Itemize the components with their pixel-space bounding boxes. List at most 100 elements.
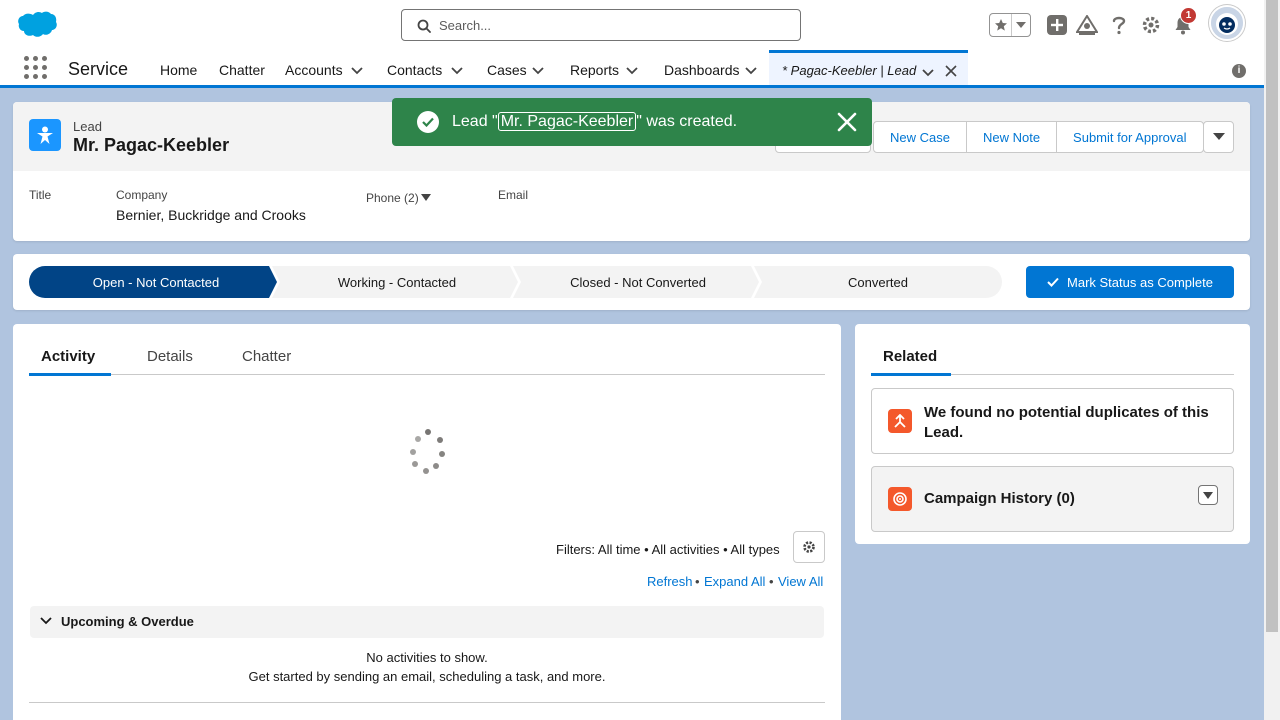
nav-item-dashboards[interactable]: Dashboards [664,62,740,78]
company-value: Bernier, Buckridge and Crooks [116,207,306,223]
nav-item-accounts[interactable]: Accounts [285,62,343,78]
help-button[interactable] [1108,14,1130,36]
chevron-down-icon[interactable] [421,194,431,201]
new-note-button[interactable]: New Note [967,122,1058,152]
global-actions-button[interactable] [1046,14,1068,36]
activity-card: Activity Details Chatter Filters: All ti… [13,324,841,720]
campaign-history-menu-button[interactable] [1198,485,1218,505]
star-icon [994,19,1007,31]
path-stage-open-not-contacted[interactable]: Open - Not Contacted [41,266,271,298]
mark-status-complete-button[interactable]: Mark Status as Complete [1026,266,1234,298]
duplicates-card: We found no potential duplicates of this… [871,388,1234,454]
success-toast: Lead " Mr. Pagac-Keebler " was created. [392,98,872,146]
nav-item-home[interactable]: Home [160,62,197,78]
tab-activity[interactable]: Activity [41,348,95,365]
user-avatar[interactable] [1209,5,1245,41]
submit-for-approval-button[interactable]: Submit for Approval [1057,122,1202,152]
chevron-down-icon [1203,491,1213,499]
activity-filters: Filters: All time • All activities • All… [556,542,780,557]
close-icon[interactable] [945,65,957,77]
chevron-down-icon [40,617,52,625]
path-stage-closed-not-converted[interactable]: Closed - Not Converted [522,266,754,298]
toast-message: Lead " Mr. Pagac-Keebler " was created. [452,112,737,131]
success-icon [417,111,439,133]
salesforce-logo[interactable] [16,10,58,40]
status-path: Open - Not Contacted Working - Contacted… [13,254,1250,310]
tab-pagac-keebler-lead[interactable]: * Pagac-Keebler | Lead [769,50,968,85]
link-separator: • [769,574,774,589]
trailhead-icon [1076,15,1098,35]
scrollbar-thumb[interactable] [1266,0,1278,632]
global-header: 1 [0,0,1264,50]
nav-item-contacts[interactable]: Contacts [387,62,442,78]
record-name: Mr. Pagac-Keebler [73,135,230,155]
notification-badge: 1 [1180,7,1197,24]
gear-icon [803,541,815,553]
loading-spinner [410,429,445,474]
chevron-down-icon[interactable] [350,64,364,78]
email-label: Email [498,188,529,202]
favorites-star-button[interactable] [990,14,1012,36]
tab-label: * Pagac-Keebler | Lead [782,63,917,78]
avatar-icon [1211,7,1243,39]
upcoming-label: Upcoming & Overdue [61,614,194,629]
chevron-down-icon[interactable] [625,64,639,78]
new-case-button[interactable]: New Case [874,122,967,152]
app-name: Service [68,59,129,79]
close-icon[interactable] [836,111,858,133]
title-label: Title [29,188,52,202]
campaign-history-card: Campaign History (0) [871,466,1234,532]
view-all-link[interactable]: View All [778,574,823,589]
trailhead-button[interactable] [1076,14,1098,36]
path-stage-converted[interactable]: Converted [763,266,993,298]
gear-icon [1142,16,1160,34]
chevron-down-icon [1212,133,1225,140]
help-icon [1112,16,1126,35]
path-stage-working-contacted[interactable]: Working - Contacted [281,266,513,298]
nav-item-reports[interactable]: Reports [570,62,619,78]
duplicates-message: We found no potential duplicates of this… [924,404,1209,441]
filter-settings-button[interactable] [793,531,825,563]
campaign-history-title[interactable]: Campaign History (0) [924,490,1075,507]
search-input[interactable] [439,14,789,36]
toast-record-link[interactable]: Mr. Pagac-Keebler [497,112,637,131]
app-launcher-icon[interactable] [24,56,47,79]
nav-item-cases[interactable]: Cases [487,62,527,78]
chevron-down-icon[interactable] [450,64,464,78]
empty-state-subtitle: Get started by sending an email, schedul… [248,669,606,684]
tab-related[interactable]: Related [883,348,937,365]
tab-active-indicator [29,373,111,376]
check-icon [1047,277,1059,287]
nav-item-chatter[interactable]: Chatter [219,62,265,78]
more-actions-button[interactable] [1203,121,1234,153]
section-divider [29,702,825,703]
favorites-group [989,13,1031,37]
related-card: Related We found no potential duplicates… [855,324,1250,544]
tab-divider [29,374,825,375]
mark-status-label: Mark Status as Complete [1067,274,1213,290]
phone-label[interactable]: Phone (2) [366,191,419,205]
add-icon [1047,15,1067,35]
favorites-list-button[interactable] [1012,14,1030,36]
chevron-down-icon[interactable] [921,66,935,80]
empty-state-title: No activities to show. [366,650,488,665]
expand-all-link[interactable]: Expand All [704,574,765,589]
company-label: Company [116,188,168,202]
info-icon[interactable]: i [1232,64,1246,78]
chevron-down-icon[interactable] [744,64,758,78]
refresh-link[interactable]: Refresh [647,574,693,589]
tab-chatter[interactable]: Chatter [242,348,291,365]
tab-active-indicator [871,373,951,376]
tab-details[interactable]: Details [147,348,193,365]
search-icon [417,19,431,33]
record-actions: New Case New Note Submit for Approval [873,121,1204,153]
chevron-down-icon[interactable] [531,64,545,78]
app-nav-bar: Service Home Chatter Accounts Contacts C… [0,50,1264,88]
global-search[interactable] [401,9,801,41]
campaign-icon [888,487,912,511]
duplicates-icon [888,409,912,433]
setup-button[interactable] [1140,14,1162,36]
object-label: Lead [73,119,102,134]
upcoming-overdue-section[interactable]: Upcoming & Overdue [30,606,824,638]
link-separator: • [695,574,700,589]
